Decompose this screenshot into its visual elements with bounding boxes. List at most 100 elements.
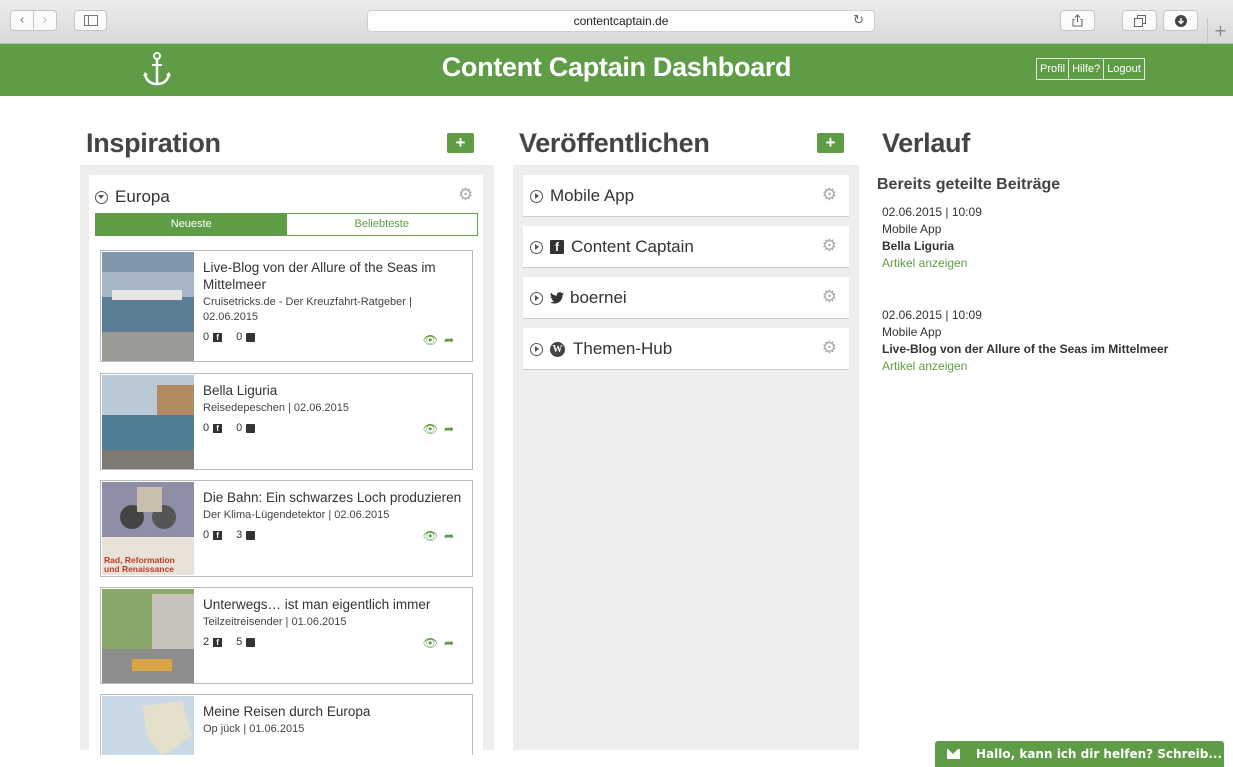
article-card[interactable]: Unterwegs… ist man eigentlich immer Teil… bbox=[100, 587, 473, 684]
new-tab-button[interactable]: + bbox=[1207, 18, 1233, 44]
add-channel-button[interactable]: + bbox=[817, 133, 844, 153]
eye-icon[interactable]: 👁 bbox=[423, 422, 444, 436]
gear-icon[interactable]: ⚙ bbox=[822, 236, 837, 256]
article-thumbnail: Rad, Reformation und Renaissance bbox=[102, 482, 194, 575]
downloads-button[interactable] bbox=[1163, 10, 1198, 31]
facebook-count: 0 bbox=[203, 331, 210, 343]
article-title[interactable]: Bella Liguria bbox=[203, 382, 466, 399]
thumbnail-caption: Rad, Reformation und Renaissance bbox=[104, 555, 175, 574]
reload-icon[interactable]: ↻ bbox=[853, 11, 864, 31]
article-card[interactable]: Live-Blog von der Allure of the Seas im … bbox=[100, 250, 473, 362]
gear-icon[interactable]: ⚙ bbox=[458, 185, 473, 205]
eye-icon[interactable]: 👁 bbox=[423, 333, 444, 347]
article-actions: 👁➦ bbox=[423, 422, 460, 436]
facebook-count: 2 bbox=[203, 636, 210, 648]
publish-title: Veröffentlichen bbox=[519, 128, 710, 158]
feed-name: Europa bbox=[115, 187, 170, 206]
collapse-icon[interactable] bbox=[95, 190, 108, 204]
article-source: Teilzeitreisender | 01.06.2015 bbox=[203, 616, 347, 628]
gear-icon[interactable]: ⚙ bbox=[822, 338, 837, 358]
inspiration-title: Inspiration bbox=[86, 128, 221, 158]
article-thumbnail bbox=[102, 589, 194, 683]
article-thumbnail bbox=[102, 252, 194, 361]
tab-newest[interactable]: Neueste bbox=[96, 214, 287, 235]
browser-toolbar: ‹ › contentcaptain.de ↻ + bbox=[0, 0, 1233, 44]
article-actions: 👁➦ bbox=[423, 529, 460, 543]
tabs-overview-button[interactable] bbox=[1122, 10, 1157, 31]
feed-card: Europa ⚙ Neueste Beliebteste Live-Blog v… bbox=[89, 175, 483, 755]
sidebar-icon bbox=[83, 15, 98, 26]
article-thumbnail bbox=[102, 375, 194, 469]
share-arrow-icon[interactable]: ➦ bbox=[444, 529, 460, 543]
twitter-icon bbox=[246, 423, 256, 433]
facebook-count: 0 bbox=[203, 529, 210, 541]
entry-article: Live-Blog von der Allure of the Seas im … bbox=[882, 342, 1169, 356]
article-source: Reisedepeschen | 02.06.2015 bbox=[203, 402, 349, 414]
twitter-count: 0 bbox=[236, 331, 243, 343]
article-card[interactable]: Rad, Reformation und Renaissance Die Bah… bbox=[100, 480, 473, 577]
article-source: Der Klima-Lügendetektor | 02.06.2015 bbox=[203, 509, 390, 521]
twitter-count: 0 bbox=[236, 422, 243, 434]
profile-link[interactable]: Profil bbox=[1037, 59, 1068, 79]
twitter-icon bbox=[246, 332, 256, 342]
article-source: Op jück | 01.06.2015 bbox=[203, 723, 305, 735]
channel-label: Mobile App bbox=[550, 186, 635, 205]
expand-icon[interactable] bbox=[530, 189, 543, 203]
article-card[interactable]: Bella Liguria Reisedepeschen | 02.06.201… bbox=[100, 373, 473, 470]
header-nav: Profil Hilfe? Logout bbox=[1036, 58, 1145, 80]
entry-channel: Mobile App bbox=[882, 325, 942, 339]
expand-icon[interactable] bbox=[530, 291, 543, 305]
app-header: Content Captain Dashboard Profil Hilfe? … bbox=[0, 44, 1233, 96]
share-arrow-icon[interactable]: ➦ bbox=[444, 333, 460, 347]
entry-channel: Mobile App bbox=[882, 222, 942, 236]
expand-icon[interactable] bbox=[530, 342, 543, 356]
tab-popular[interactable]: Beliebteste bbox=[286, 214, 477, 235]
article-title[interactable]: Meine Reisen durch Europa bbox=[203, 703, 466, 720]
eye-icon[interactable]: 👁 bbox=[423, 636, 444, 650]
view-article-link[interactable]: Artikel anzeigen bbox=[882, 358, 1182, 375]
add-inspiration-button[interactable]: + bbox=[447, 133, 474, 153]
share-icon bbox=[1072, 14, 1083, 27]
twitter-count: 5 bbox=[236, 636, 243, 648]
view-article-link[interactable]: Artikel anzeigen bbox=[882, 255, 1182, 272]
gear-icon[interactable]: ⚙ bbox=[822, 287, 837, 307]
thumbnail-photo bbox=[102, 482, 194, 537]
article-title[interactable]: Live-Blog von der Allure of the Seas im … bbox=[203, 259, 466, 293]
share-button[interactable] bbox=[1060, 10, 1095, 31]
entry-article: Bella Liguria bbox=[882, 239, 955, 253]
history-title: Verlauf bbox=[882, 128, 970, 158]
channel-item[interactable]: boernei ⚙ bbox=[523, 277, 849, 319]
channel-item[interactable]: Mobile App ⚙ bbox=[523, 175, 849, 217]
history-entry: 02.06.2015 | 10:09 Mobile App Bella Ligu… bbox=[882, 204, 1182, 272]
article-title[interactable]: Unterwegs… ist man eigentlich immer bbox=[203, 596, 466, 613]
share-arrow-icon[interactable]: ➦ bbox=[444, 636, 460, 650]
entry-datetime: 02.06.2015 | 10:09 bbox=[882, 308, 982, 322]
forward-button[interactable]: › bbox=[33, 10, 57, 31]
wordpress-icon: W bbox=[550, 341, 565, 357]
twitter-count: 3 bbox=[236, 529, 243, 541]
eye-icon[interactable]: 👁 bbox=[423, 529, 444, 543]
channel-label: Themen-Hub bbox=[573, 339, 673, 358]
channel-item[interactable]: W Themen-Hub ⚙ bbox=[523, 328, 849, 370]
entry-datetime: 02.06.2015 | 10:09 bbox=[882, 205, 982, 219]
logout-link[interactable]: Logout bbox=[1103, 59, 1144, 79]
channel-item[interactable]: f Content Captain ⚙ bbox=[523, 226, 849, 268]
article-card[interactable]: Meine Reisen durch Europa Op jück | 01.0… bbox=[100, 694, 473, 755]
twitter-icon bbox=[246, 530, 256, 540]
feed-header[interactable]: Europa bbox=[95, 187, 170, 207]
chat-widget[interactable]: Hallo, kann ich dir helfen? Schreib... bbox=[935, 741, 1224, 767]
share-arrow-icon[interactable]: ➦ bbox=[444, 422, 460, 436]
back-button[interactable]: ‹ bbox=[10, 10, 34, 31]
expand-icon[interactable] bbox=[530, 240, 543, 254]
twitter-icon bbox=[550, 292, 564, 304]
article-title[interactable]: Die Bahn: Ein schwarzes Loch produzieren bbox=[203, 489, 466, 506]
facebook-icon: f bbox=[213, 332, 223, 342]
facebook-icon: f bbox=[213, 530, 223, 540]
help-link[interactable]: Hilfe? bbox=[1068, 59, 1103, 79]
sidebar-toggle-button[interactable] bbox=[74, 10, 107, 31]
address-bar[interactable]: contentcaptain.de ↻ bbox=[367, 10, 875, 32]
twitter-icon bbox=[246, 637, 256, 647]
facebook-icon: f bbox=[213, 637, 223, 647]
history-subtitle: Bereits geteilte Beiträge bbox=[877, 176, 1061, 193]
gear-icon[interactable]: ⚙ bbox=[822, 185, 837, 205]
